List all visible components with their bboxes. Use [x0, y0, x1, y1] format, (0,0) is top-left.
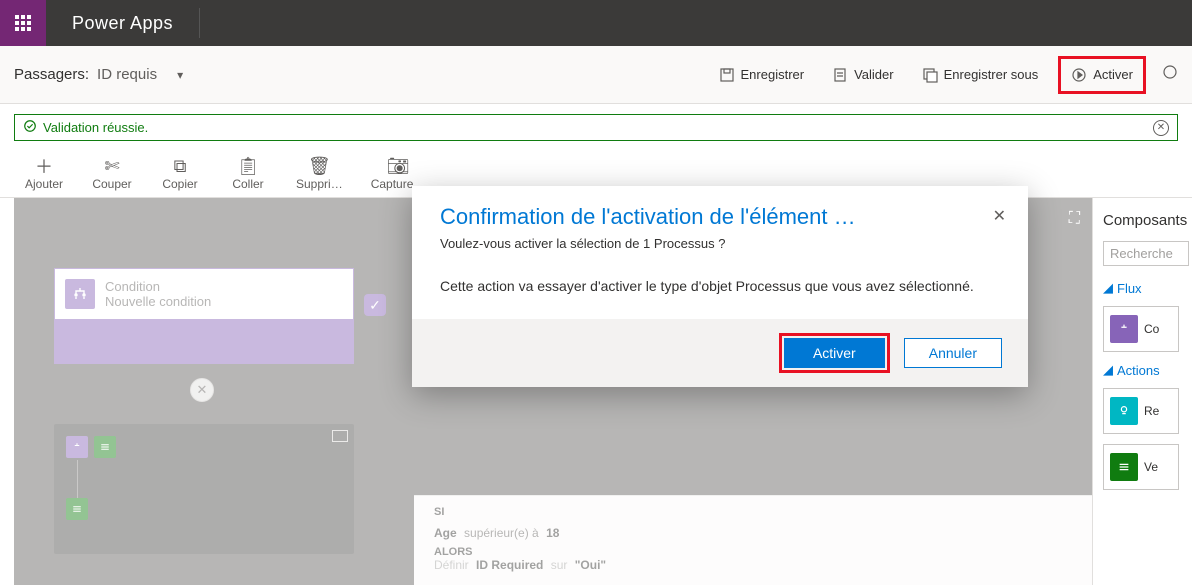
- more-icon[interactable]: [1162, 64, 1178, 85]
- section-flux[interactable]: ◢Flux: [1103, 280, 1192, 296]
- activate-icon: [1071, 67, 1087, 83]
- plus-icon: ＋: [35, 155, 53, 177]
- tile-recommendation[interactable]: Re: [1103, 388, 1179, 434]
- modal-body: Cette action va essayer d'activer le typ…: [440, 277, 1000, 297]
- validate-button[interactable]: Valider: [824, 61, 902, 89]
- validate-icon: [832, 67, 848, 83]
- modal-question: Voulez-vous activer la sélection de 1 Pr…: [440, 236, 1000, 251]
- clipboard-icon: 📋︎: [237, 155, 260, 177]
- activate-primary-highlight: Activer: [779, 333, 890, 373]
- activate-label: Activer: [1093, 67, 1133, 82]
- save-as-icon: [922, 67, 938, 83]
- breadcrumb-bar: Passagers: ID requis ▾ Enregistrer Valid…: [0, 46, 1192, 104]
- delete-tool[interactable]: 🗑︎Suppri…: [296, 155, 343, 191]
- chevron-down-icon[interactable]: ▾: [177, 68, 183, 82]
- confirm-modal: ✕ Confirmation de l'activation de l'élém…: [412, 186, 1028, 387]
- caret-icon: ◢: [1103, 280, 1113, 296]
- copy-tool[interactable]: ⧉Copier: [160, 155, 200, 191]
- add-tool[interactable]: ＋Ajouter: [24, 155, 64, 191]
- flow-name: ID requis: [97, 66, 157, 83]
- modal-close-icon[interactable]: ✕: [993, 206, 1006, 226]
- copy-icon: ⧉: [174, 155, 187, 177]
- success-icon: [23, 119, 37, 136]
- activate-button[interactable]: Activer: [1063, 61, 1141, 89]
- search-input[interactable]: Recherche: [1103, 241, 1189, 266]
- validation-text: Validation réussie.: [43, 120, 148, 135]
- tile-condition[interactable]: Co: [1103, 306, 1179, 352]
- tile-reco-icon: [1110, 397, 1138, 425]
- tile-condition-icon: [1110, 315, 1138, 343]
- app-title: Power Apps: [72, 13, 173, 34]
- divider: [199, 8, 200, 38]
- modal-cancel-button[interactable]: Annuler: [904, 338, 1002, 368]
- save-label: Enregistrer: [741, 67, 805, 82]
- panel-title: Composants: [1103, 212, 1192, 229]
- save-button[interactable]: Enregistrer: [711, 61, 813, 89]
- tile-verify-icon: [1110, 453, 1138, 481]
- validate-label: Valider: [854, 67, 894, 82]
- modal-activate-button[interactable]: Activer: [784, 338, 885, 368]
- entity-label: Passagers:: [14, 66, 89, 83]
- activate-highlight: Activer: [1058, 56, 1146, 94]
- modal-title: Confirmation de l'activation de l'élémen…: [440, 204, 1000, 230]
- paste-tool[interactable]: 📋︎Coller: [228, 155, 268, 191]
- trash-icon: 🗑︎: [308, 155, 331, 177]
- tile-verify[interactable]: Ve: [1103, 444, 1179, 490]
- save-icon: [719, 67, 735, 83]
- section-actions[interactable]: ◢Actions: [1103, 362, 1192, 378]
- app-header: Power Apps: [0, 0, 1192, 46]
- validation-banner: Validation réussie. ✕: [14, 114, 1178, 141]
- cut-tool[interactable]: ✄Couper: [92, 155, 132, 191]
- caret-icon: ◢: [1103, 362, 1113, 378]
- save-as-label: Enregistrer sous: [944, 67, 1039, 82]
- components-panel: Composants Recherche ◢Flux Co ◢Actions R…: [1092, 198, 1192, 585]
- waffle-icon[interactable]: [0, 0, 46, 46]
- close-banner-icon[interactable]: ✕: [1153, 120, 1169, 136]
- save-as-button[interactable]: Enregistrer sous: [914, 61, 1047, 89]
- scissors-icon: ✄: [104, 155, 119, 177]
- camera-icon: 📷︎: [387, 155, 410, 177]
